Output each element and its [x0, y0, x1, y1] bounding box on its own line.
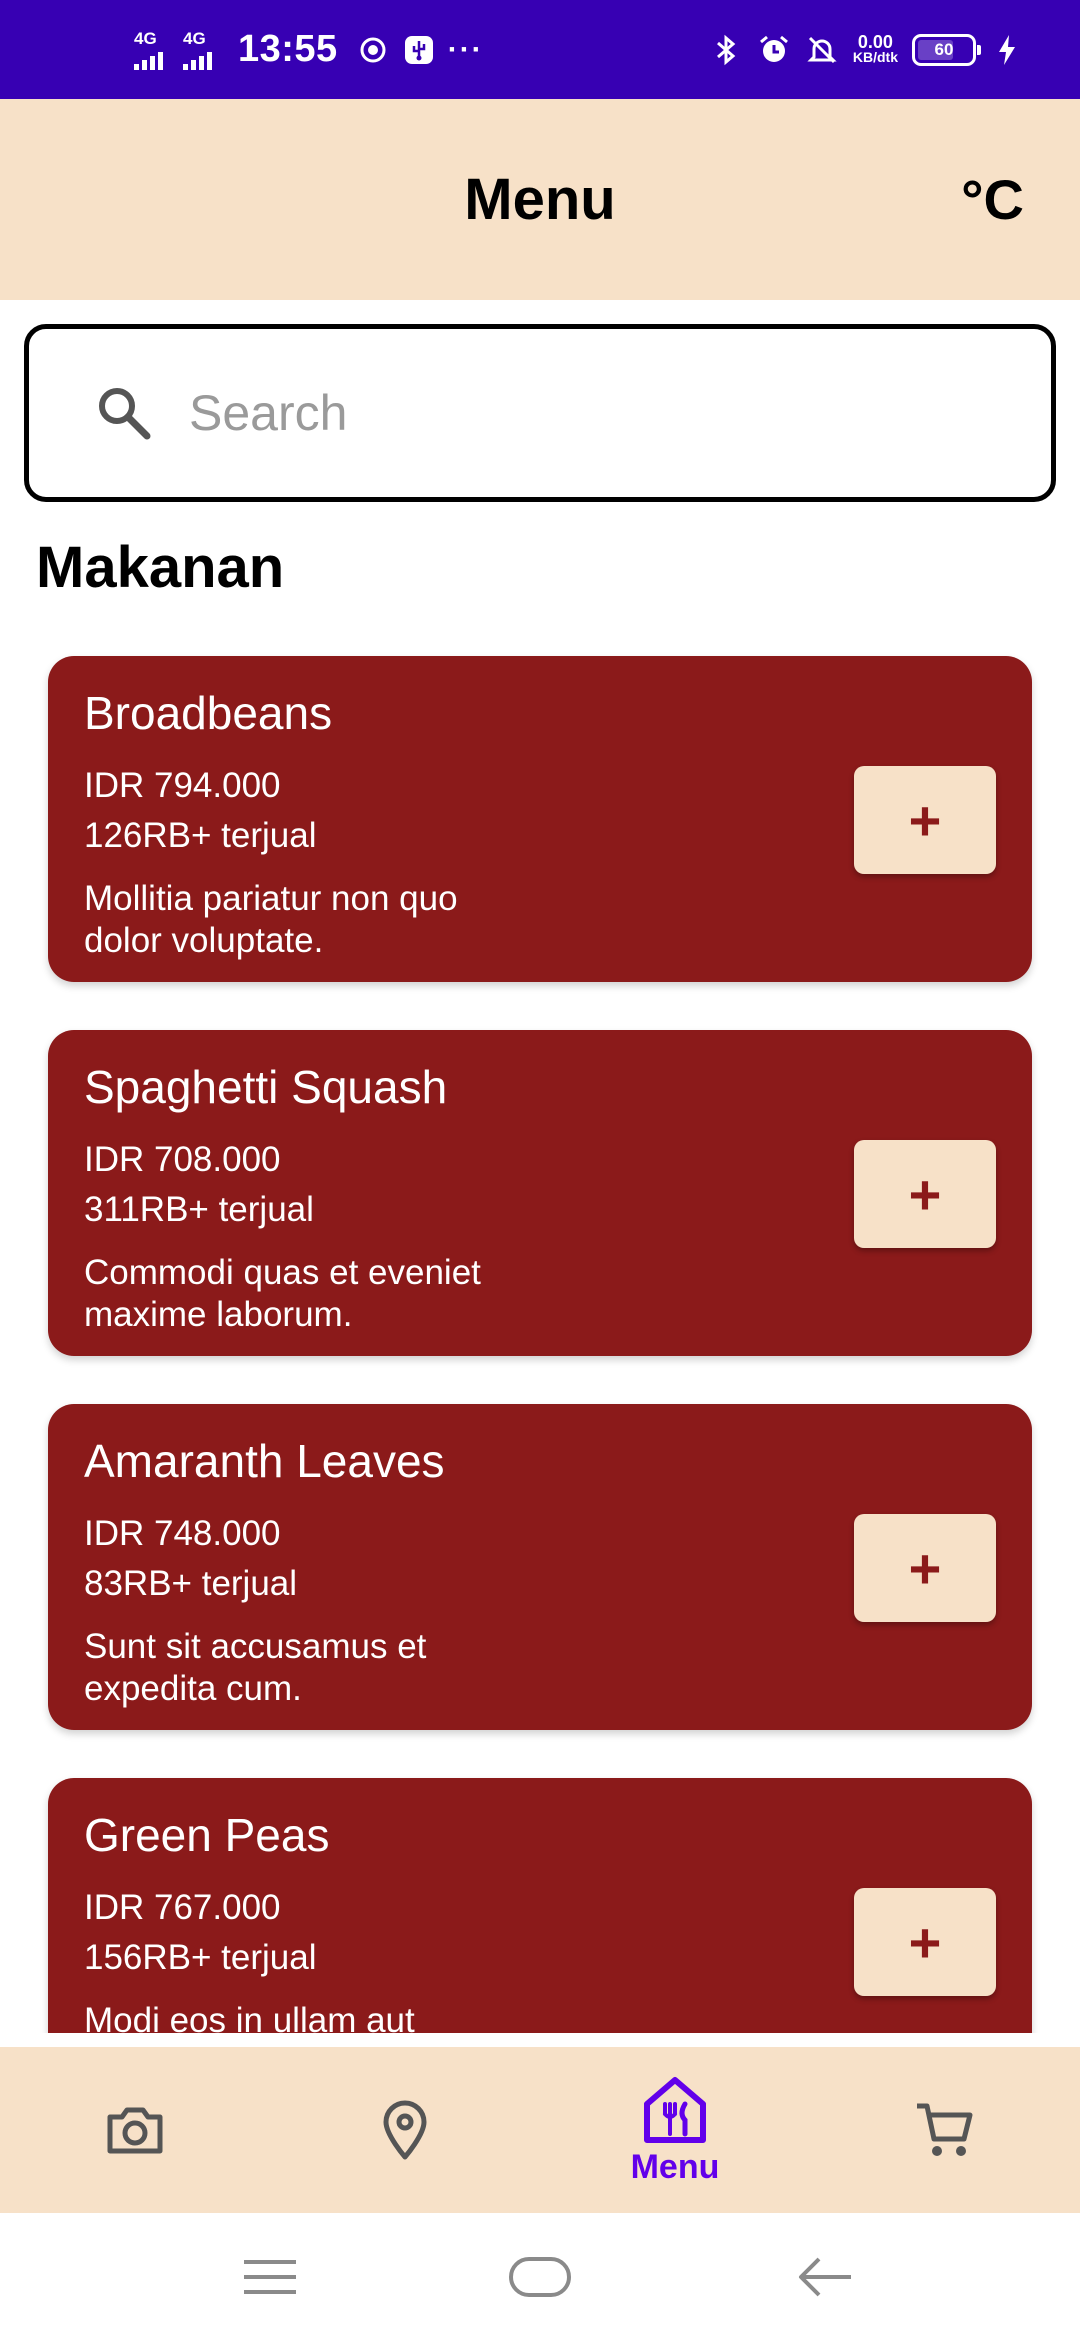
cart-icon: [917, 2103, 973, 2156]
location-pin-icon: [383, 2100, 427, 2160]
section-title: Makanan: [36, 535, 285, 600]
more-notifications-icon: ···: [447, 32, 484, 66]
item-price: IDR 794.000: [84, 766, 281, 805]
camera-icon: [107, 2107, 163, 2154]
network-type-2: 4G: [183, 28, 206, 48]
system-navigation-bar: [0, 2213, 1080, 2340]
nav-item-menu[interactable]: Menu: [575, 2047, 775, 2213]
menu-item-card[interactable]: Spaghetti Squash IDR 708.000 311RB+ terj…: [48, 1030, 1032, 1356]
menu-lines-icon: [244, 2259, 296, 2294]
status-left: 4G 4G 13:55 ···: [134, 0, 484, 99]
signal-bars-icon: [183, 48, 212, 70]
item-price: IDR 767.000: [84, 1888, 281, 1927]
back-button[interactable]: [765, 2213, 885, 2340]
restaurant-menu-icon: [644, 2076, 706, 2143]
page-title: Menu: [464, 167, 616, 232]
menu-item-card[interactable]: Green Peas IDR 767.000 156RB+ terjual Mo…: [48, 1778, 1032, 2033]
nav-item-location[interactable]: [305, 2047, 505, 2213]
charging-icon: [990, 33, 1024, 67]
add-to-cart-button[interactable]: +: [854, 1514, 996, 1622]
network-speed-unit: KB/dtk: [852, 48, 898, 65]
item-description: Commodi quas et eveniet maxime laborum.: [84, 1253, 481, 1334]
item-price: IDR 748.000: [84, 1514, 281, 1553]
app-bar: Menu °C: [0, 99, 1080, 300]
item-sold-count: 156RB+ terjual: [84, 1938, 317, 1977]
signal-sim2: 4G: [183, 25, 212, 75]
menu-item-card[interactable]: Broadbeans IDR 794.000 126RB+ terjual Mo…: [48, 656, 1032, 982]
alarm-icon: [757, 33, 791, 67]
item-name: Amaranth Leaves: [84, 1435, 445, 1487]
recent-apps-button[interactable]: [210, 2213, 330, 2340]
usb-icon: [402, 33, 436, 67]
back-arrow-icon: [799, 2257, 851, 2296]
bluetooth-icon: [709, 33, 743, 67]
search-bar[interactable]: [24, 324, 1056, 502]
bottom-navigation: Menu: [0, 2047, 1080, 2213]
item-name: Spaghetti Squash: [84, 1061, 448, 1113]
clock: 13:55: [238, 28, 338, 70]
nav-label-menu: Menu: [630, 2147, 720, 2186]
signal-sim1: 4G: [134, 25, 163, 75]
search-icon: [99, 388, 151, 440]
battery-icon: 60: [912, 33, 981, 66]
item-sold-count: 126RB+ terjual: [84, 816, 317, 855]
nav-item-camera[interactable]: [35, 2047, 235, 2213]
search-input[interactable]: [189, 384, 989, 442]
notifications-off-icon: [805, 33, 839, 67]
item-name: Green Peas: [84, 1809, 330, 1861]
network-speed: 0.00 KB/dtk: [852, 31, 898, 65]
item-description: Sunt sit accusamus et expedita cum.: [84, 1627, 427, 1708]
item-description: Modi eos in ullam aut: [84, 2001, 415, 2033]
status-bar: 4G 4G 13:55 ··· 0.00 KB/dtk 60: [0, 0, 1080, 99]
record-icon: [356, 33, 390, 67]
item-description: Mollitia pariatur non quo dolor voluptat…: [84, 879, 458, 960]
home-button[interactable]: [480, 2213, 600, 2340]
item-name: Broadbeans: [84, 687, 333, 739]
item-sold-count: 311RB+ terjual: [84, 1190, 314, 1229]
item-price: IDR 708.000: [84, 1140, 281, 1179]
add-to-cart-button[interactable]: +: [854, 766, 996, 874]
nav-item-cart[interactable]: [845, 2047, 1045, 2213]
status-right: 0.00 KB/dtk 60: [709, 0, 1024, 99]
battery-level: 60: [934, 39, 954, 59]
signal-bars-icon: [134, 48, 163, 70]
menu-list[interactable]: Broadbeans IDR 794.000 126RB+ terjual Mo…: [0, 640, 1080, 2033]
menu-item-card[interactable]: Amaranth Leaves IDR 748.000 83RB+ terjua…: [48, 1404, 1032, 1730]
add-to-cart-button[interactable]: +: [854, 1140, 996, 1248]
add-to-cart-button[interactable]: +: [854, 1888, 996, 1996]
temperature-button[interactable]: °C: [961, 99, 1024, 300]
network-type-1: 4G: [134, 28, 157, 48]
item-sold-count: 83RB+ terjual: [84, 1564, 298, 1603]
home-icon: [509, 2256, 571, 2297]
network-speed-value: 0.00: [857, 31, 893, 52]
